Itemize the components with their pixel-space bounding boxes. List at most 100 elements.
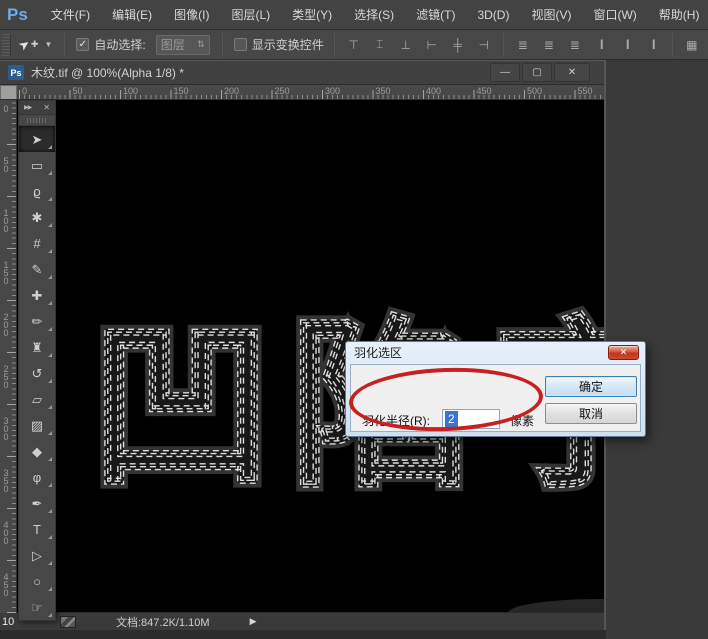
maximize-button[interactable]: ▢ <box>522 63 552 82</box>
tool-icon: # <box>33 237 40 250</box>
distribute-right-edges-button[interactable]: ||| <box>641 35 665 55</box>
photoshop-app: Ps 文件(F)编辑(E)图像(I)图层(L)类型(Y)选择(S)滤镜(T)3D… <box>0 0 708 639</box>
menu-edit[interactable]: 编辑(E) <box>101 0 163 30</box>
distribute-left-edges-button[interactable]: ||| <box>589 35 613 55</box>
menu-help[interactable]: 帮助(H) <box>648 0 708 30</box>
tool-icon: ♜ <box>31 341 43 354</box>
clone-stamp-tool[interactable]: ♜ <box>19 334 55 360</box>
tools-panel: ▶▶ ✕ ➤ ▭ ϱ ✱ # ✎ ✚ ✏ ♜ ↺ <box>18 100 56 621</box>
align-buttons: ⊤⌶⊥⊢╪⊣ <box>341 35 497 55</box>
distribute-top-edges-button[interactable]: ≣ <box>511 35 535 55</box>
menu-bar: Ps 文件(F)编辑(E)图像(I)图层(L)类型(Y)选择(S)滤镜(T)3D… <box>0 0 708 30</box>
close-panel-icon[interactable]: ✕ <box>43 103 50 112</box>
path-selection-tool[interactable]: ▷ <box>19 542 55 568</box>
window-bottom-edge <box>0 630 606 639</box>
align-left-edges-button[interactable]: ⊢ <box>420 35 444 55</box>
tool-icon: ▷ <box>32 549 42 562</box>
auto-align-layers-button[interactable]: ▦ <box>680 35 704 55</box>
close-button[interactable]: ✕ <box>554 63 590 82</box>
tool-icon: ✎ <box>32 263 43 276</box>
tool-icon: ○ <box>33 575 41 588</box>
menu-items: 文件(F)编辑(E)图像(I)图层(L)类型(Y)选择(S)滤镜(T)3D(D)… <box>40 0 708 29</box>
hand-tool[interactable]: ☞ <box>19 594 55 620</box>
tool-icon: ◆ <box>32 445 42 458</box>
separator <box>672 33 673 57</box>
crop-tool[interactable]: # <box>19 230 55 256</box>
distribute-vertical-centers-button[interactable]: ≣ <box>537 35 561 55</box>
ellipse-tool[interactable]: ○ <box>19 568 55 594</box>
minimize-button[interactable]: — <box>490 63 520 82</box>
tool-icon: ☞ <box>31 601 43 614</box>
document-title: 木纹.tif @ 100%(Alpha 1/8) * <box>31 64 490 81</box>
vertical-ruler[interactable]: 050100150200250300350400450500 <box>0 100 17 613</box>
distribute-bottom-edges-button[interactable]: ≣ <box>563 35 587 55</box>
document-title-bar[interactable]: Ps 木纹.tif @ 100%(Alpha 1/8) * — ▢ ✕ <box>0 61 604 85</box>
collapse-panel-icon[interactable]: ▶▶ <box>24 104 31 111</box>
tool-preset-caret-icon[interactable]: ▼ <box>44 40 52 49</box>
move-cursor-icon: ➤ <box>15 35 33 54</box>
menu-filter[interactable]: 滤镜(T) <box>405 0 466 30</box>
ruler-origin-box[interactable] <box>0 85 17 100</box>
tool-icon: ✚ <box>32 289 43 302</box>
tool-icon: ✒ <box>32 497 43 510</box>
align-right-edges-button[interactable]: ⊣ <box>472 35 496 55</box>
align-horizontal-centers-button[interactable]: ╪ <box>446 35 470 55</box>
separator <box>503 33 504 57</box>
spot-healing-brush-tool[interactable]: ✚ <box>19 282 55 308</box>
auto-select-target-dropdown[interactable]: 图层 ⇅ <box>156 35 210 55</box>
dialog-title: 羽化选区 <box>354 344 402 361</box>
dialog-title-bar[interactable]: 羽化选区 ✕ <box>346 342 645 363</box>
preview-thumbnail-icon <box>60 616 76 628</box>
menu-image[interactable]: 图像(I) <box>163 0 220 30</box>
gradient-tool[interactable]: ▨ <box>19 412 55 438</box>
ok-button[interactable]: 确定 <box>545 376 637 397</box>
menu-window[interactable]: 窗口(W) <box>582 0 647 30</box>
brush-tool[interactable]: ✏ <box>19 308 55 334</box>
separator <box>334 33 335 57</box>
pen-tool[interactable]: ✒ <box>19 490 55 516</box>
menu-select[interactable]: 选择(S) <box>343 0 405 30</box>
options-bar: ➤ ✚ ▼ ✓ 自动选择: 图层 ⇅ 显示变换控件 ⊤⌶⊥⊢╪⊣ ≣≣≣||||… <box>0 30 708 60</box>
tool-icon: ✏ <box>32 315 43 328</box>
quick-selection-tool[interactable]: ✱ <box>19 204 55 230</box>
dodge-tool[interactable]: φ <box>19 464 55 490</box>
align-bottom-edges-button[interactable]: ⊥ <box>394 35 418 55</box>
options-bar-grip[interactable] <box>2 34 11 56</box>
type-tool[interactable]: T <box>19 516 55 542</box>
eraser-tool[interactable]: ▱ <box>19 386 55 412</box>
align-vertical-centers-button[interactable]: ⌶ <box>368 35 392 55</box>
menu-type[interactable]: 类型(Y) <box>281 0 343 30</box>
cancel-button[interactable]: 取消 <box>545 403 637 424</box>
history-brush-tool[interactable]: ↺ <box>19 360 55 386</box>
tool-icon: ▭ <box>31 159 43 172</box>
show-transform-label: 显示变换控件 <box>252 36 324 53</box>
show-transform-checkbox[interactable] <box>234 38 247 51</box>
ruler-major-ticks <box>19 90 604 99</box>
horizontal-ruler[interactable]: 050100150200250300350400450500550 <box>0 85 604 100</box>
window-controls: — ▢ ✕ <box>490 63 590 82</box>
auto-select-checkbox[interactable]: ✓ <box>76 38 89 51</box>
tool-icon: ▨ <box>31 419 43 432</box>
align-top-edges-button[interactable]: ⊤ <box>342 35 366 55</box>
tool-icon: ϱ <box>33 185 40 198</box>
tool-icon: φ <box>33 471 41 484</box>
tool-icon: ➤ <box>32 133 43 146</box>
blur-tool[interactable]: ◆ <box>19 438 55 464</box>
lasso-tool[interactable]: ϱ <box>19 178 55 204</box>
rectangular-marquee-tool[interactable]: ▭ <box>19 152 55 178</box>
tools-list: ➤ ▭ ϱ ✱ # ✎ ✚ ✏ ♜ ↺ ▱ ▨ <box>19 126 55 620</box>
current-tool-icon: ➤ ✚ <box>19 37 38 53</box>
distribute-horizontal-centers-button[interactable]: ||| <box>615 35 639 55</box>
move-tool[interactable]: ➤ <box>19 126 55 152</box>
menu-file[interactable]: 文件(F) <box>40 0 101 30</box>
menu-layer[interactable]: 图层(L) <box>220 0 281 30</box>
tool-icon: ↺ <box>32 367 43 380</box>
dialog-close-button[interactable]: ✕ <box>608 345 639 360</box>
tools-panel-header: ▶▶ ✕ <box>19 101 55 115</box>
separator <box>222 33 223 57</box>
eyedropper-tool[interactable]: ✎ <box>19 256 55 282</box>
menu-3d[interactable]: 3D(D) <box>466 0 520 30</box>
status-options-arrow-icon[interactable]: ▶ <box>250 616 257 627</box>
tools-panel-grip[interactable] <box>19 115 55 126</box>
menu-view[interactable]: 视图(V) <box>520 0 582 30</box>
